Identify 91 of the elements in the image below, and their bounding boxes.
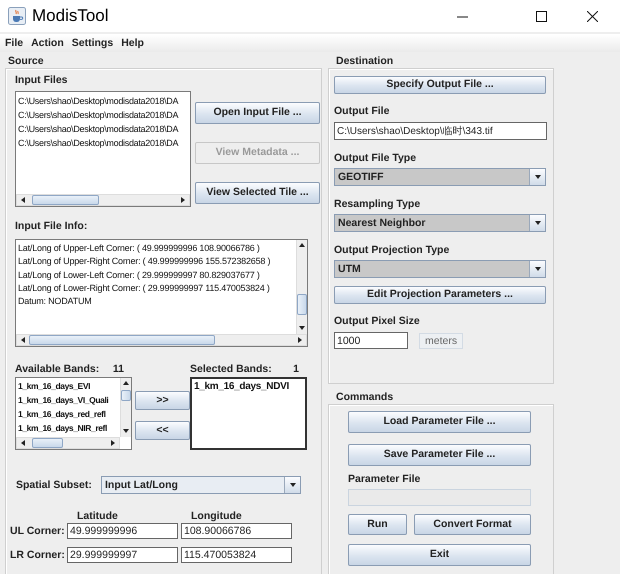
- scroll-thumb[interactable]: [32, 195, 99, 205]
- close-icon: [586, 10, 598, 22]
- section-title: Destination: [335, 54, 394, 68]
- move-button[interactable]: <<: [135, 421, 190, 440]
- file-list[interactable]: C:\Users\shao\Desktop\modisdata2018\DA C:\Users\shao\Desktop\modisdata2018\DA C:\Users\shao\Desktop\modisdata2018\DA C:\Users\shao\Desktop\modisdata2018\DA: [15, 91, 191, 207]
- list-label: Input Files: [15, 74, 68, 86]
- row-label: LR Corner:: [9, 549, 66, 561]
- scroll-right-icon: [180, 196, 186, 204]
- caret-icon: [534, 219, 542, 227]
- field-label: Resampling Type: [334, 198, 422, 210]
- scroll-thumb[interactable]: [121, 390, 131, 400]
- scroll-thumb[interactable]: [32, 438, 64, 448]
- caret-icon: [534, 173, 542, 181]
- section-label: Input File Info:: [15, 220, 88, 232]
- latitude-field[interactable]: 49.999999996: [67, 523, 178, 539]
- item-count: 1: [293, 363, 299, 375]
- scroll-up-icon: [298, 242, 306, 250]
- scroll-up-icon: [122, 380, 130, 388]
- scroll-right-icon: [297, 336, 303, 344]
- list-item[interactable]: 1_km_16_days_NIR_refl: [16, 421, 120, 435]
- scroll-down-icon: [298, 324, 306, 332]
- maximize-icon: [536, 10, 546, 22]
- column-header: Latitude: [77, 510, 119, 522]
- list-item[interactable]: C:\Users\shao\Desktop\modisdata2018\DA: [16, 108, 190, 122]
- window-title: ModisTool: [32, 5, 109, 28]
- latitude-field[interactable]: 29.999999997: [67, 547, 178, 563]
- section-title: Source: [7, 54, 45, 68]
- field-label: Parameter File: [348, 473, 422, 485]
- band-list[interactable]: 1_km_16_days_NDVI: [190, 377, 307, 450]
- dropdown[interactable]: Input Lat/Long: [101, 476, 301, 494]
- action-button[interactable]: View Selected Tile ...: [195, 182, 320, 204]
- menu-item[interactable]: Settings: [68, 35, 118, 51]
- menu-item[interactable]: File: [1, 35, 28, 51]
- longitude-field[interactable]: 108.90066786: [181, 523, 292, 539]
- list-item[interactable]: C:\Users\shao\Desktop\modisdata2018\DA: [16, 136, 190, 150]
- info-line: Lat/Long of Lower-Right Corner: ( 29.999999997 115.470053824 ): [17, 282, 271, 295]
- scroll-thumb[interactable]: [297, 294, 307, 315]
- list-item[interactable]: C:\Users\shao\Desktop\modisdata2018\DA: [16, 94, 190, 108]
- unit-label: meters: [419, 332, 464, 348]
- dropdown[interactable]: UTM: [334, 260, 546, 278]
- band-list[interactable]: 1_km_16_days_EVI 1_km_16_days_VI_Quali 1_km_16_days_red_refl 1_km_16_days_NIR_refl: [15, 377, 132, 450]
- info-line: Datum: NODATUM: [17, 295, 93, 308]
- list-label: Selected Bands:: [190, 363, 272, 375]
- action-button[interactable]: Specify Output File ...: [334, 76, 546, 94]
- run-button[interactable]: Run: [348, 514, 407, 535]
- field-label: Output File Type: [334, 152, 418, 164]
- list-item[interactable]: 1_km_16_days_EVI: [16, 379, 120, 393]
- info-line: Lat/Long of Upper-Left Corner: ( 49.999999996 108.90066786 ): [17, 242, 261, 255]
- horizontal-scrollbar[interactable]: [16, 194, 190, 206]
- action-button[interactable]: Open Input File ...: [195, 102, 320, 124]
- horizontal-scrollbar[interactable]: [16, 334, 307, 346]
- list-item[interactable]: 1_km_16_days_red_refl: [16, 407, 120, 421]
- exit-button[interactable]: Exit: [348, 544, 531, 566]
- scroll-left-icon: [20, 439, 26, 447]
- longitude-field[interactable]: 115.470053824: [181, 547, 292, 563]
- list-item[interactable]: 1_km_16_days_VI_Quali: [16, 393, 120, 407]
- caret-icon: [534, 265, 542, 273]
- action-button[interactable]: Load Parameter File ...: [348, 411, 531, 433]
- output-file-field[interactable]: C:\Users\shao\Desktop\临时\343.tif: [334, 122, 547, 140]
- action-button[interactable]: Convert Format: [414, 514, 531, 535]
- scroll-left-icon: [20, 336, 26, 344]
- caret-icon: [288, 481, 296, 489]
- info-line: Lat/Long of Lower-Left Corner: ( 29.999999997 80.829037677 ): [17, 268, 261, 282]
- move-button[interactable]: >>: [135, 391, 190, 410]
- scroll-thumb[interactable]: [29, 335, 214, 345]
- pixel-size-field[interactable]: 1000: [334, 332, 408, 349]
- field-label: Output Projection Type: [334, 244, 450, 256]
- section-title: Commands: [335, 390, 394, 404]
- vertical-scrollbar[interactable]: [296, 240, 307, 334]
- scroll-down-icon: [122, 427, 130, 435]
- vertical-scrollbar[interactable]: [120, 378, 131, 437]
- row-label: UL Corner:: [9, 525, 66, 537]
- menu-item[interactable]: Help: [117, 35, 148, 51]
- list-item[interactable]: 1_km_16_days_NDVI: [192, 380, 305, 394]
- action-button[interactable]: Save Parameter File ...: [348, 444, 531, 466]
- field-label: Spatial Subset:: [15, 479, 93, 491]
- action-button[interactable]: Edit Projection Parameters ...: [334, 286, 546, 304]
- list-label: Available Bands:: [15, 363, 100, 375]
- field-label: Output File: [334, 105, 390, 117]
- column-header: Longitude: [191, 510, 243, 522]
- info-line: Lat/Long of Upper-Right Corner: ( 49.999999996 155.572382658 ): [17, 255, 272, 268]
- field-label: Output Pixel Size: [334, 315, 421, 327]
- dropdown[interactable]: Nearest Neighbor: [334, 214, 546, 232]
- menu-item[interactable]: Action: [27, 35, 68, 51]
- dropdown[interactable]: GEOTIFF: [334, 168, 546, 186]
- scroll-left-icon: [20, 196, 26, 204]
- horizontal-scrollbar[interactable]: [16, 437, 120, 449]
- list-item[interactable]: C:\Users\shao\Desktop\modisdata2018\DA: [16, 122, 190, 136]
- scroll-right-icon: [110, 439, 116, 447]
- app-icon: [8, 7, 26, 25]
- item-count: 11: [112, 363, 124, 375]
